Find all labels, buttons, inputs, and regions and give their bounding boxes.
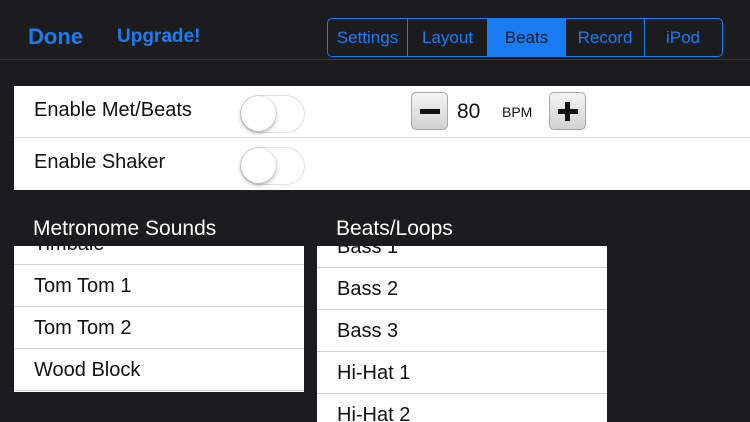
minus-icon <box>420 109 440 114</box>
beats-loops-title: Beats/Loops <box>336 217 453 240</box>
tab-layout[interactable]: Layout <box>408 19 488 56</box>
settings-panel: Enable Met/Beats 80 BPM Enable Shaker <box>14 86 750 190</box>
tab-beats[interactable]: Beats <box>488 19 566 56</box>
bpm-value: 80 <box>457 100 481 123</box>
tab-segmented-control: Settings Layout Beats Record iPod <box>327 18 723 57</box>
list-item-label: Bass 1 <box>337 246 399 258</box>
done-button[interactable]: Done <box>28 24 83 50</box>
list-item[interactable]: Bass 2 <box>317 268 607 310</box>
tab-settings[interactable]: Settings <box>328 19 408 56</box>
list-item[interactable]: Wood Block <box>14 349 304 391</box>
list-item-label: Wood Block <box>34 359 141 381</box>
tab-ipod[interactable]: iPod <box>645 19 721 56</box>
list-item[interactable]: Tom Tom 1 <box>14 265 304 307</box>
enable-met-beats-toggle[interactable] <box>240 95 305 133</box>
upgrade-button[interactable]: Upgrade! <box>117 26 200 48</box>
list-item-label: Bass 2 <box>337 278 399 300</box>
enable-shaker-toggle[interactable] <box>240 147 305 185</box>
enable-met-beats-row: Enable Met/Beats 80 BPM <box>14 86 750 138</box>
list-item[interactable]: Timbale <box>14 246 304 265</box>
list-item-label: Tom Tom 2 <box>34 317 132 339</box>
list-item[interactable]: Hi-Hat 1 <box>317 352 607 394</box>
list-item[interactable]: Bass 1 <box>317 246 607 268</box>
enable-shaker-row: Enable Shaker <box>14 138 750 190</box>
metronome-sounds-list[interactable]: Timbale Tom Tom 1 Tom Tom 2 Wood Block <box>14 246 304 392</box>
enable-met-beats-label: Enable Met/Beats <box>34 99 192 121</box>
list-item-label: Bass 3 <box>337 320 399 342</box>
list-item-label: Tom Tom 1 <box>34 275 132 297</box>
beats-loops-list[interactable]: Bass 1 Bass 2 Bass 3 Hi-Hat 1 Hi-Hat 2 <box>317 246 607 422</box>
top-toolbar: Done Upgrade! Settings Layout Beats Reco… <box>0 0 750 60</box>
list-item-label: Timbale <box>34 246 104 256</box>
list-item[interactable]: Hi-Hat 2 <box>317 394 607 422</box>
metronome-sounds-title: Metronome Sounds <box>33 217 217 240</box>
list-item-label: Hi-Hat 1 <box>337 362 411 384</box>
bpm-decrease-button[interactable] <box>411 92 448 130</box>
bpm-increase-button[interactable] <box>549 92 586 130</box>
list-item[interactable]: Bass 3 <box>317 310 607 352</box>
enable-shaker-label: Enable Shaker <box>34 151 166 173</box>
bpm-unit-label: BPM <box>502 104 533 120</box>
tab-record[interactable]: Record <box>566 19 645 56</box>
list-item[interactable]: Tom Tom 2 <box>14 307 304 349</box>
list-item-label: Hi-Hat 2 <box>337 404 411 422</box>
toggle-knob <box>241 148 276 183</box>
toggle-knob <box>241 96 276 131</box>
